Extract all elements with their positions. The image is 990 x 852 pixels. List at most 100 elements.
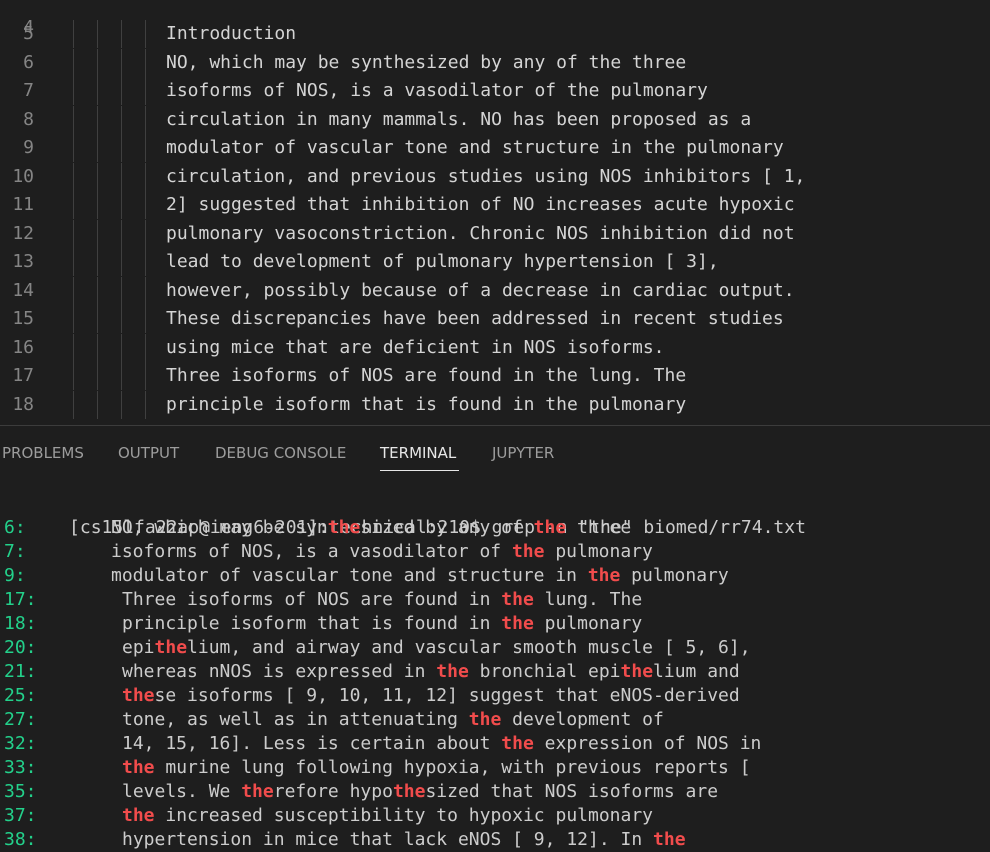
code-text: using mice that are deficient in NOS iso…: [166, 336, 665, 358]
grep-line-text: 14, 15, 16]. Less is certain about the e…: [122, 733, 762, 754]
indent-guide: [73, 77, 74, 105]
editor-line: 12 pulmonary vasoconstriction. Chronic NO…: [0, 219, 990, 248]
code-text: 2] suggested that inhibition of NO incre…: [166, 194, 795, 215]
indent-guide: [145, 48, 146, 77]
grep-match: the: [501, 613, 534, 634]
indent-guide: [145, 333, 146, 362]
code-text: Three isoforms of NOS are found in the l…: [166, 365, 687, 386]
line-number: 8: [23, 108, 34, 130]
grep-line-text: whereas nNOS is expressed in the bronchi…: [122, 661, 740, 682]
indent-guide: [145, 276, 146, 305]
indent-guide: [121, 362, 122, 390]
editor-line: 5 Introduction: [0, 20, 990, 48]
editor-line-partial: 4: [0, 0, 990, 38]
indent-guide: [121, 77, 122, 105]
active-tab-indicator: [380, 470, 459, 471]
tab-terminal[interactable]: TERMINAL: [380, 444, 456, 462]
indent-guide: [97, 48, 98, 77]
grep-line-number: 18:: [4, 613, 37, 634]
line-number: 12: [12, 222, 34, 244]
grep-line-number: 38:: [4, 829, 37, 850]
grep-match: the: [653, 829, 686, 850]
indent-guide: [73, 390, 74, 419]
tab-problems[interactable]: PROBLEMS: [2, 444, 84, 462]
bottom-panel: PROBLEMS OUTPUT DEBUG CONSOLE TERMINAL J…: [0, 425, 990, 852]
grep-line-text: levels. We therefore hypothesized that N…: [122, 781, 719, 802]
indent-guide: [97, 248, 98, 276]
grep-line-text: the murine lung following hypoxia, with …: [122, 757, 751, 778]
indent-guide: [121, 390, 122, 419]
indent-guide: [97, 390, 98, 419]
grep-match: the: [533, 517, 567, 538]
code-text: Introduction: [166, 23, 297, 44]
indent-guide: [145, 219, 146, 248]
indent-guide: [121, 219, 122, 248]
grep-line-text: these isoforms [ 9, 10, 11, 12] suggest …: [122, 685, 740, 706]
indent-guide: [97, 362, 98, 390]
terminal-output[interactable]: [cs15lfa22ap@ieng6-201]:technical:210$ g…: [0, 492, 990, 852]
indent-guide: [73, 20, 74, 48]
editor-line: 14 however, possibly because of a decreas…: [0, 276, 990, 305]
indent-guide: [145, 20, 146, 48]
code-text: modulator of vascular tone and structure…: [166, 137, 784, 158]
code-text: NO, which may be synthesized by any of t…: [166, 51, 687, 73]
grep-match: the: [501, 589, 534, 610]
indent-guide: [145, 390, 146, 419]
editor-line: 11 2] suggested that inhibition of NO inc…: [0, 191, 990, 219]
indent-guide: [145, 134, 146, 162]
indent-guide: [145, 191, 146, 219]
indent-guide: [121, 305, 122, 333]
indent-guide: [121, 134, 122, 162]
grep-line-text: principle isoform that is found in the p…: [122, 613, 643, 634]
indent-guide: [121, 20, 122, 48]
code-editor[interactable]: 4 5 Introduction 6 NO, which may be synthes…: [0, 0, 990, 425]
grep-line-number: 35:: [4, 781, 37, 802]
indent-guide: [73, 219, 74, 248]
grep-match: the: [392, 781, 426, 802]
tab-output[interactable]: OUTPUT: [118, 444, 179, 462]
panel-tabs: PROBLEMS OUTPUT DEBUG CONSOLE TERMINAL J…: [0, 426, 990, 471]
line-number: 15: [12, 308, 34, 329]
line-number: 9: [23, 137, 34, 158]
line-number: 5: [23, 23, 34, 44]
indent-guide: [97, 77, 98, 105]
grep-line-text: Three isoforms of NOS are found in the l…: [122, 589, 643, 610]
indent-guide: [145, 162, 146, 191]
grep-line-text: hypertension in mice that lack eNOS [ 9,…: [122, 829, 686, 850]
grep-line-number: 27:: [4, 709, 37, 730]
grep-match: the: [327, 517, 361, 538]
editor-line: 18 principle isoform that is found in the…: [0, 390, 990, 419]
editor-line: 17 Three isoforms of NOS are found in the…: [0, 362, 990, 390]
indent-guide: [97, 134, 98, 162]
line-number: 16: [12, 336, 34, 358]
indent-guide: [121, 48, 122, 77]
line-number: 7: [23, 80, 34, 101]
indent-guide: [73, 248, 74, 276]
grep-line-number: 21:: [4, 661, 37, 682]
code-text: isoforms of NOS, is a vasodilator of the…: [166, 80, 708, 101]
tab-debug-console[interactable]: DEBUG CONSOLE: [215, 444, 346, 462]
indent-guide: [73, 362, 74, 390]
indent-guide: [121, 105, 122, 134]
indent-guide: [145, 105, 146, 134]
indent-guide: [73, 305, 74, 333]
indent-guide: [145, 362, 146, 390]
code-text: circulation in many mammals. NO has been…: [166, 108, 752, 130]
grep-match: the: [122, 757, 155, 778]
grep-line-number: 32:: [4, 733, 37, 754]
indent-guide: [121, 191, 122, 219]
line-number: 10: [12, 165, 34, 187]
indent-guide: [73, 276, 74, 305]
grep-line-text: the increased susceptibility to hypoxic …: [122, 805, 654, 826]
indent-guide: [73, 162, 74, 191]
grep-match: the: [122, 685, 155, 706]
code-text: pulmonary vasoconstriction. Chronic NOS …: [166, 222, 795, 244]
indent-guide: [145, 77, 146, 105]
code-text: These discrepancies have been addressed …: [166, 308, 784, 329]
grep-match: the: [241, 781, 274, 802]
indent-guide: [97, 20, 98, 48]
line-number: 13: [12, 251, 34, 272]
tab-jupyter[interactable]: JUPYTER: [492, 444, 554, 462]
grep-line-number: 33:: [4, 757, 37, 778]
indent-guide: [97, 305, 98, 333]
